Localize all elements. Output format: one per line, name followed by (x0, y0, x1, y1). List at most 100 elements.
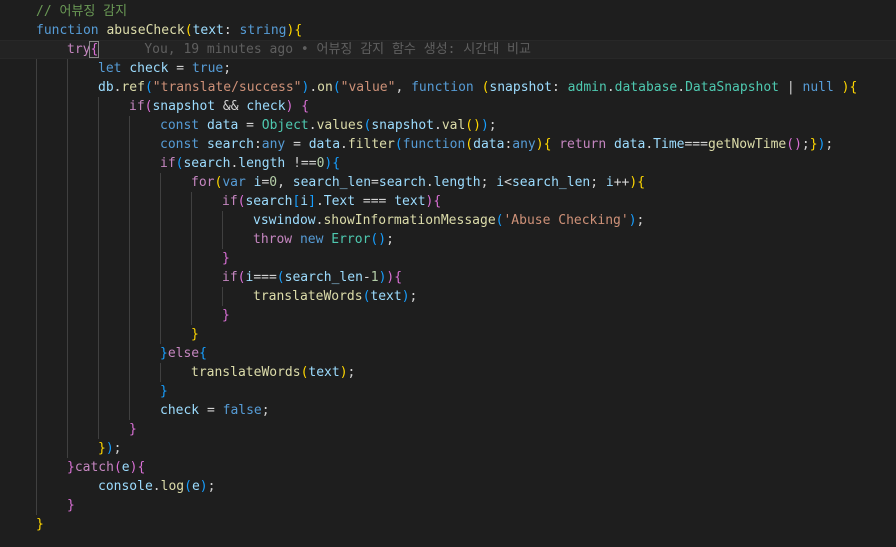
code-line[interactable]: translateWords(text); (0, 363, 896, 382)
code-token: } (67, 498, 75, 513)
code-token: new (299, 232, 324, 247)
code-token: < (504, 175, 512, 190)
code-line[interactable]: let check = true; (0, 59, 896, 78)
code-token: = (238, 118, 262, 133)
code-token: text (394, 194, 426, 209)
code-token: ) (339, 365, 348, 380)
code-token: any (261, 137, 286, 152)
code-token: ) (199, 479, 208, 494)
code-token: 1 (370, 270, 379, 285)
code-token: { (199, 346, 207, 361)
code-line[interactable]: function abuseCheck(text: string){ (0, 21, 896, 40)
code-line[interactable]: }else{ (0, 344, 896, 363)
code-token: ; (590, 175, 606, 190)
code-token: on (317, 80, 333, 95)
code-token: } (160, 384, 168, 399)
code-token: ; (261, 403, 270, 418)
code-line[interactable]: if(i===(search_len-1)){ (0, 268, 896, 287)
code-line[interactable]: if(search[i].Text === text){ (0, 192, 896, 211)
code-token: db (98, 80, 114, 95)
code-token: { (332, 156, 341, 171)
code-token: vswindow (253, 213, 316, 228)
code-line[interactable]: db.ref("translate/success").on("value", … (0, 78, 896, 97)
code-token: && (215, 99, 247, 114)
code-token: val (441, 118, 466, 133)
code-token: check (246, 99, 286, 114)
code-token: === (253, 270, 277, 285)
code-token: if (160, 156, 176, 171)
code-token: throw (253, 232, 293, 247)
code-line[interactable]: vswindow.showInformationMessage('Abuse C… (0, 211, 896, 230)
code-line[interactable]: if(search.length !==0){ (0, 154, 896, 173)
code-line[interactable]: try{You, 19 minutes ago • 어뷰징 감지 함수 생성: … (0, 40, 896, 59)
code-token: } (222, 308, 230, 323)
code-token: ) (480, 118, 489, 133)
code-line[interactable]: if(snapshot && check) { (0, 97, 896, 116)
code-token: . (425, 175, 434, 190)
code-line[interactable]: }); (0, 439, 896, 458)
code-token: search (206, 137, 254, 152)
code-token: length (433, 175, 481, 190)
code-line[interactable]: } (0, 325, 896, 344)
code-token: } (191, 327, 199, 342)
code-token: Error (331, 232, 371, 247)
code-line[interactable]: translateWords(text); (0, 287, 896, 306)
code-line[interactable]: const search:any = data.filter(function(… (0, 135, 896, 154)
code-token: } (809, 137, 818, 152)
code-token: . (645, 137, 654, 152)
code-line[interactable]: } (0, 382, 896, 401)
code-token: ++ (613, 175, 630, 190)
code-token: . (308, 118, 317, 133)
code-token: ; (488, 118, 497, 133)
code-token: ; (347, 365, 356, 380)
code-token: : (223, 23, 240, 38)
code-token: search_len (511, 175, 591, 190)
code-token: data (473, 137, 505, 152)
code-token: } (222, 251, 230, 266)
code-token: === (355, 194, 395, 209)
code-editor[interactable]: // 어뷰징 감지 function abuseCheck(text: strin… (0, 0, 896, 547)
code-line[interactable]: } (0, 249, 896, 268)
code-token: DataSnapshot (685, 80, 780, 95)
code-token: ) (401, 289, 410, 304)
code-token: data (308, 137, 341, 152)
code-line[interactable]: } (0, 496, 896, 515)
code-token: : (253, 137, 262, 152)
code-token: = (199, 403, 223, 418)
code-line[interactable]: console.log(e); (0, 477, 896, 496)
code-token: false (222, 403, 262, 418)
code-token: text (192, 23, 224, 38)
code-token: . (315, 194, 324, 209)
code-line[interactable]: const data = Object.values(snapshot.val(… (0, 116, 896, 135)
code-line[interactable]: check = false; (0, 401, 896, 420)
code-line[interactable]: throw new Error(); (0, 230, 896, 249)
code-token: if (222, 194, 238, 209)
code-token: ; (480, 175, 497, 190)
code-token: } (67, 460, 75, 475)
code-line[interactable]: } (0, 515, 896, 534)
code-token: . (340, 137, 348, 152)
code-token: === (684, 137, 708, 152)
code-token: ; (386, 232, 394, 247)
code-token: } (160, 346, 168, 361)
code-token: ( (465, 137, 474, 152)
code-token: { (89, 41, 100, 58)
code-token: values (316, 118, 364, 133)
code-line[interactable]: }catch(e){ (0, 458, 896, 477)
code-token: Time (653, 137, 685, 152)
code-token: console (98, 479, 153, 494)
code-token: } (98, 441, 106, 456)
code-line[interactable]: } (0, 420, 896, 439)
code-token: i (496, 175, 505, 190)
code-token: true (191, 61, 224, 76)
code-line[interactable]: // 어뷰징 감지 (0, 2, 896, 21)
code-line[interactable]: for(var i=0, search_len=search.length; i… (0, 173, 896, 192)
code-line[interactable]: } (0, 306, 896, 325)
code-token: return (559, 137, 607, 152)
code-token: translateWords (253, 289, 363, 304)
code-token: data (614, 137, 646, 152)
code-token: ) (628, 213, 637, 228)
